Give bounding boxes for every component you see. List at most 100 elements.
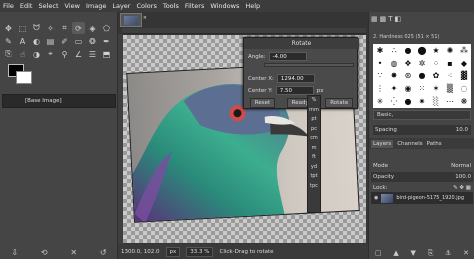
brush-item[interactable]: ✦ <box>387 82 401 95</box>
brush-item[interactable]: ◌ <box>457 82 471 95</box>
brush-item[interactable]: ◉ <box>401 82 415 95</box>
visibility-eye-icon[interactable]: ◉ <box>374 195 378 201</box>
zoom-select[interactable]: 33.3 % <box>186 246 214 257</box>
clone-icon[interactable]: ⎘ <box>2 48 15 60</box>
unit-option[interactable]: m <box>308 144 320 154</box>
brush-item[interactable]: ∴ <box>387 44 401 57</box>
patterns-tab-icon[interactable]: ▩ <box>380 15 387 23</box>
unit-option[interactable]: ft <box>308 153 320 163</box>
brush-item[interactable]: ░ <box>429 95 443 108</box>
gradient-icon[interactable]: ▤ <box>44 35 57 47</box>
unit-select[interactable]: px <box>165 246 181 257</box>
spacing-slider[interactable]: Spacing 10.0 <box>373 125 471 135</box>
brush-item[interactable]: ❋ <box>457 95 471 108</box>
airbrush-icon[interactable]: ❂ <box>86 35 99 47</box>
duplicate-layer-icon[interactable]: ⎘ <box>428 249 434 258</box>
delete-icon[interactable]: ✕ <box>70 248 77 257</box>
menu-layer[interactable]: Layer <box>112 2 130 10</box>
lower-layer-icon[interactable]: ▼ <box>411 249 416 257</box>
brush-item[interactable]: ⁂ <box>457 44 471 57</box>
brush-item[interactable]: ✶ <box>429 82 443 95</box>
brush-item[interactable]: ⁘ <box>429 57 443 70</box>
brush-item[interactable]: ⋮ <box>373 82 387 95</box>
brush-item[interactable]: ✸ <box>387 70 401 83</box>
menu-select[interactable]: Select <box>38 2 58 10</box>
brush-item[interactable]: ● <box>415 70 429 83</box>
fonts-tab-icon[interactable]: T <box>388 15 392 23</box>
brush-item[interactable]: ★ <box>429 44 443 57</box>
brush-item[interactable]: ✿ <box>429 70 443 83</box>
rotate-tool-icon[interactable]: ⟳ <box>72 22 85 34</box>
rotate-button[interactable]: Rotate <box>325 98 354 108</box>
reset-icon[interactable]: ↺ <box>100 248 107 257</box>
spacing-value[interactable]: 10.0 <box>456 125 468 135</box>
lock-icons[interactable]: ✎ ✥ ▦ <box>453 185 471 191</box>
brush-item[interactable]: ⁙ <box>415 82 429 95</box>
menu-edit[interactable]: Edit <box>20 2 33 10</box>
tab-layers[interactable]: Layers <box>371 139 394 148</box>
delete-layer-icon[interactable]: ✕ <box>463 249 469 257</box>
brush-item[interactable]: ▓ <box>457 70 471 83</box>
reset-button[interactable]: Reset <box>249 98 276 108</box>
menu-help[interactable]: Help <box>245 2 260 10</box>
menu-filters[interactable]: Filters <box>185 2 204 10</box>
color-picker-icon[interactable]: ⌖ <box>44 48 57 60</box>
background-color[interactable] <box>16 71 32 84</box>
image-item[interactable]: [Base Image] <box>25 98 62 104</box>
cage-icon[interactable]: ⬠ <box>100 22 113 34</box>
brush-item[interactable]: ✲ <box>415 57 429 70</box>
brush-item[interactable]: ▪ <box>443 57 457 70</box>
paintbrush-icon[interactable]: ✐ <box>58 35 71 47</box>
brush-item[interactable]: ⁖ <box>443 70 457 83</box>
rect-select-icon[interactable]: ⬚ <box>16 22 29 34</box>
unit-option[interactable]: pc <box>308 125 320 135</box>
menu-tools[interactable]: Tools <box>163 2 179 10</box>
layer-name[interactable]: bird-pigeon-5175_1920.jpg <box>396 195 464 201</box>
transform-icon[interactable]: ⬒ <box>100 48 113 60</box>
menu-view[interactable]: View <box>65 2 80 10</box>
tab-channels[interactable]: Channels <box>397 141 422 147</box>
layer-row[interactable]: ◉ bird-pigeon-5175_1920.jpg <box>371 192 473 204</box>
opacity-slider[interactable]: Opacity 100.0 <box>371 172 473 182</box>
menu-colors[interactable]: Colors <box>136 2 156 10</box>
smudge-icon[interactable]: ☝ <box>16 48 29 60</box>
center-y-input[interactable]: 7.50 <box>275 86 314 95</box>
warp-icon[interactable]: ◈ <box>86 22 99 34</box>
restore-icon[interactable]: ⟲ <box>41 248 48 257</box>
brush-item[interactable]: ✳ <box>373 95 387 108</box>
new-layer-icon[interactable]: ▢ <box>375 249 382 257</box>
paths-icon[interactable]: ✎ <box>2 35 15 47</box>
tab-paths[interactable]: Paths <box>427 141 442 147</box>
unit-option[interactable]: pt <box>308 115 320 125</box>
image-tab[interactable]: × <box>120 13 147 27</box>
angle-slider[interactable] <box>264 63 354 67</box>
brush-item[interactable]: ● <box>401 44 415 57</box>
align-icon[interactable]: ☰ <box>86 48 99 60</box>
angle-input[interactable]: -4.00 <box>268 52 307 61</box>
ink-icon[interactable]: ✒ <box>100 35 113 47</box>
brush-item[interactable]: ● <box>401 95 415 108</box>
document-history-icon[interactable]: ◧ <box>395 15 402 23</box>
brush-item[interactable]: ✷ <box>415 95 429 108</box>
brush-item[interactable]: ⬤ <box>415 44 429 57</box>
mode-select[interactable]: Normal <box>451 163 471 169</box>
brush-item[interactable]: ⊛ <box>401 70 415 83</box>
brush-item[interactable]: • <box>373 57 387 70</box>
anchor-layer-icon[interactable]: ⚓ <box>445 249 451 257</box>
menu-image[interactable]: Image <box>86 2 106 10</box>
eraser-icon[interactable]: ▭ <box>72 35 85 47</box>
brush-item[interactable]: ⁛ <box>387 95 401 108</box>
unit-option[interactable]: mm <box>308 106 320 116</box>
unit-dropdown[interactable]: px <box>317 88 324 94</box>
save-options-icon[interactable]: ⇩ <box>11 248 18 257</box>
center-x-input[interactable]: 1294.00 <box>276 74 315 83</box>
brush-item[interactable]: ✺ <box>443 44 457 57</box>
unit-option[interactable]: tpt <box>308 172 320 182</box>
text-icon[interactable]: A <box>16 35 29 47</box>
menu-windows[interactable]: Windows <box>210 2 239 10</box>
unit-option[interactable]: % <box>308 96 320 106</box>
opacity-value[interactable]: 100.0 <box>455 174 471 180</box>
brush-item[interactable]: ❖ <box>401 57 415 70</box>
raise-layer-icon[interactable]: ▲ <box>393 249 398 257</box>
unit-option[interactable]: tpc <box>308 182 320 192</box>
